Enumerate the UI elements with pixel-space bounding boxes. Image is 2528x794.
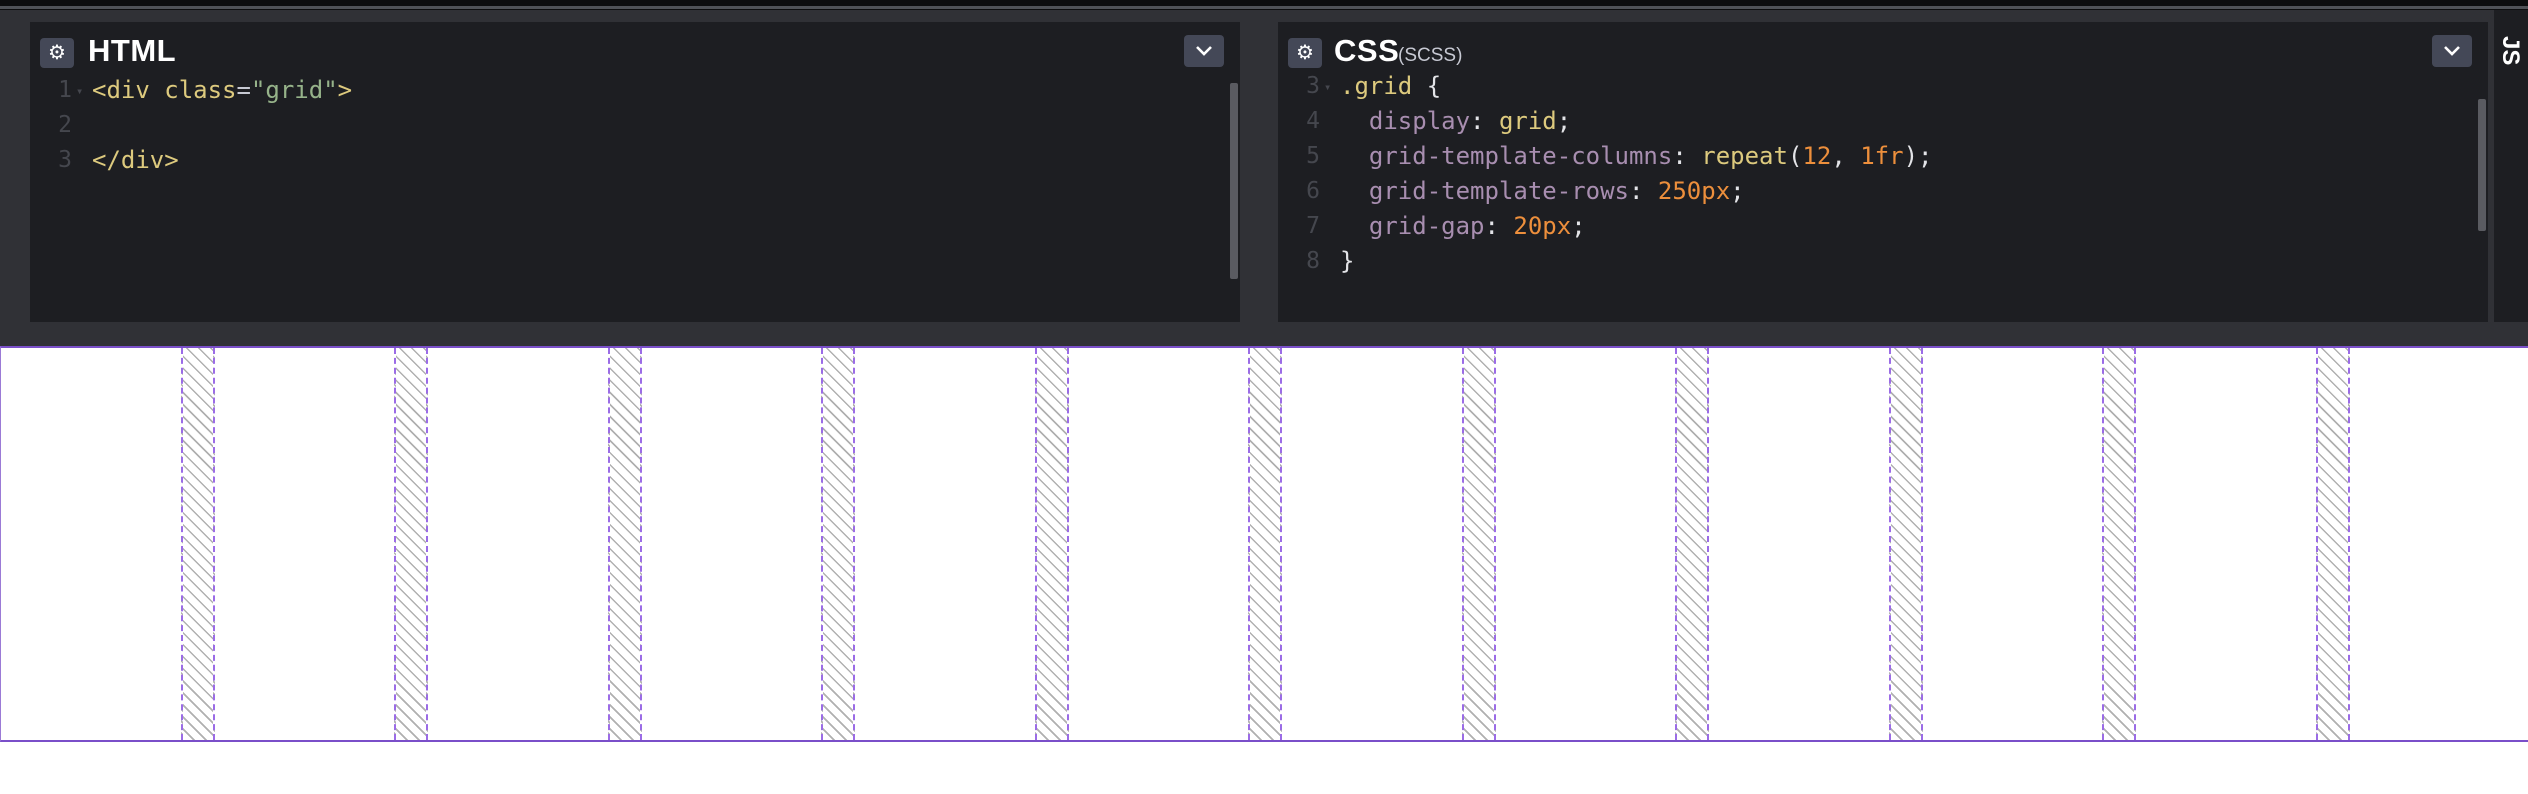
grid-gap-overlay — [1034, 348, 1069, 740]
js-pane-collapsed[interactable]: JS — [2494, 10, 2528, 322]
code-text: } — [1340, 247, 1355, 275]
code-text: display: grid; — [1340, 107, 1572, 135]
chevron-down-icon — [1196, 46, 1212, 56]
grid-gap-overlay — [2102, 348, 2136, 740]
css-code-editor[interactable]: 23▾.grid {4 display: grid;5 grid-templat… — [1278, 75, 2488, 328]
preview-resize-handle[interactable] — [0, 322, 2528, 346]
js-pane-title: JS — [2497, 36, 2524, 66]
grid-gap-overlay — [394, 348, 428, 740]
code-text: grid-gap: 20px; — [1340, 212, 1586, 240]
line-number: 4 — [1306, 108, 1320, 134]
html-pane-header: ⚙ HTML — [30, 22, 1240, 75]
grid-gap-overlay — [1461, 348, 1496, 740]
css-scrollbar[interactable] — [2476, 75, 2488, 328]
fold-arrow-icon[interactable]: ▾ — [1324, 81, 1334, 93]
collapse-css-button[interactable] — [2432, 35, 2472, 67]
code-text: grid-template-rows: 250px; — [1340, 177, 1745, 205]
editor-panes: ⚙ HTML 1 ▾ <div class="grid"> 2 3 </div> ⚙ CS… — [0, 10, 2528, 328]
line-number: 8 — [1306, 248, 1320, 274]
code-line: 2 — [30, 108, 1240, 143]
html-code-editor[interactable]: 1 ▾ <div class="grid"> 2 3 </div> — [30, 75, 1240, 328]
code-line: 7 grid-gap: 20px; — [1278, 209, 2488, 244]
css-preprocessor-label: (SCSS) — [1398, 45, 1463, 66]
code-line: 5 grid-template-columns: repeat(12, 1fr)… — [1278, 139, 2488, 174]
grid-gap-overlay — [821, 348, 855, 740]
grid-gap-overlay — [607, 348, 642, 740]
css-pane-header: ⚙ CSS (SCSS) — [1278, 22, 2488, 75]
code-line: 6 grid-template-rows: 250px; — [1278, 174, 2488, 209]
code-line: 1 ▾ <div class="grid"> — [30, 75, 1240, 108]
code-line: 4 display: grid; — [1278, 104, 2488, 139]
fold-arrow-icon[interactable]: ▾ — [76, 85, 86, 97]
line-number: 2 — [58, 112, 72, 138]
grid-gap-overlay — [1888, 348, 1923, 740]
html-scrollbar[interactable] — [1228, 75, 1240, 328]
line-number: 7 — [1306, 213, 1320, 239]
grid-gap-overlay — [1248, 348, 1282, 740]
code-text: </div> — [92, 146, 179, 174]
grid-gap-overlay — [1675, 348, 1709, 740]
chevron-down-icon — [2444, 46, 2460, 56]
line-number: 3 — [58, 147, 72, 173]
css-scroll-thumb[interactable] — [2478, 99, 2486, 231]
html-pane-title: HTML — [88, 33, 177, 68]
html-scroll-thumb[interactable] — [1230, 83, 1238, 279]
line-number: 3 — [1306, 75, 1320, 99]
top-bar — [0, 0, 2528, 10]
line-number: 5 — [1306, 143, 1320, 169]
html-editor-pane: ⚙ HTML 1 ▾ <div class="grid"> 2 3 </div> — [30, 22, 1240, 328]
collapse-html-button[interactable] — [1184, 35, 1224, 67]
code-text: .grid { — [1340, 75, 1442, 100]
result-preview — [0, 346, 2528, 794]
code-line: 3 </div> — [30, 143, 1240, 178]
css-pane-title: CSS — [1334, 33, 1400, 68]
grid-inspector-overlay — [0, 346, 2528, 742]
line-number: 6 — [1306, 178, 1320, 204]
gear-icon[interactable]: ⚙ — [40, 38, 74, 68]
code-line: 3 ▾ .grid { — [1278, 75, 2488, 104]
code-text: grid-template-columns: repeat(12, 1fr); — [1340, 142, 1933, 170]
code-line: 8} — [1278, 244, 2488, 279]
grid-gap-overlay — [180, 348, 215, 740]
code-text: <div class="grid"> — [92, 76, 353, 104]
codepen-editor: ⚙ HTML 1 ▾ <div class="grid"> 2 3 </div> ⚙ CS… — [0, 0, 2528, 794]
grid-gap-overlay — [2315, 348, 2350, 740]
css-editor-pane: ⚙ CSS (SCSS) 23▾.grid {4 display: grid;5… — [1278, 22, 2488, 328]
line-number: 1 — [58, 77, 72, 103]
gear-icon[interactable]: ⚙ — [1288, 38, 1322, 68]
